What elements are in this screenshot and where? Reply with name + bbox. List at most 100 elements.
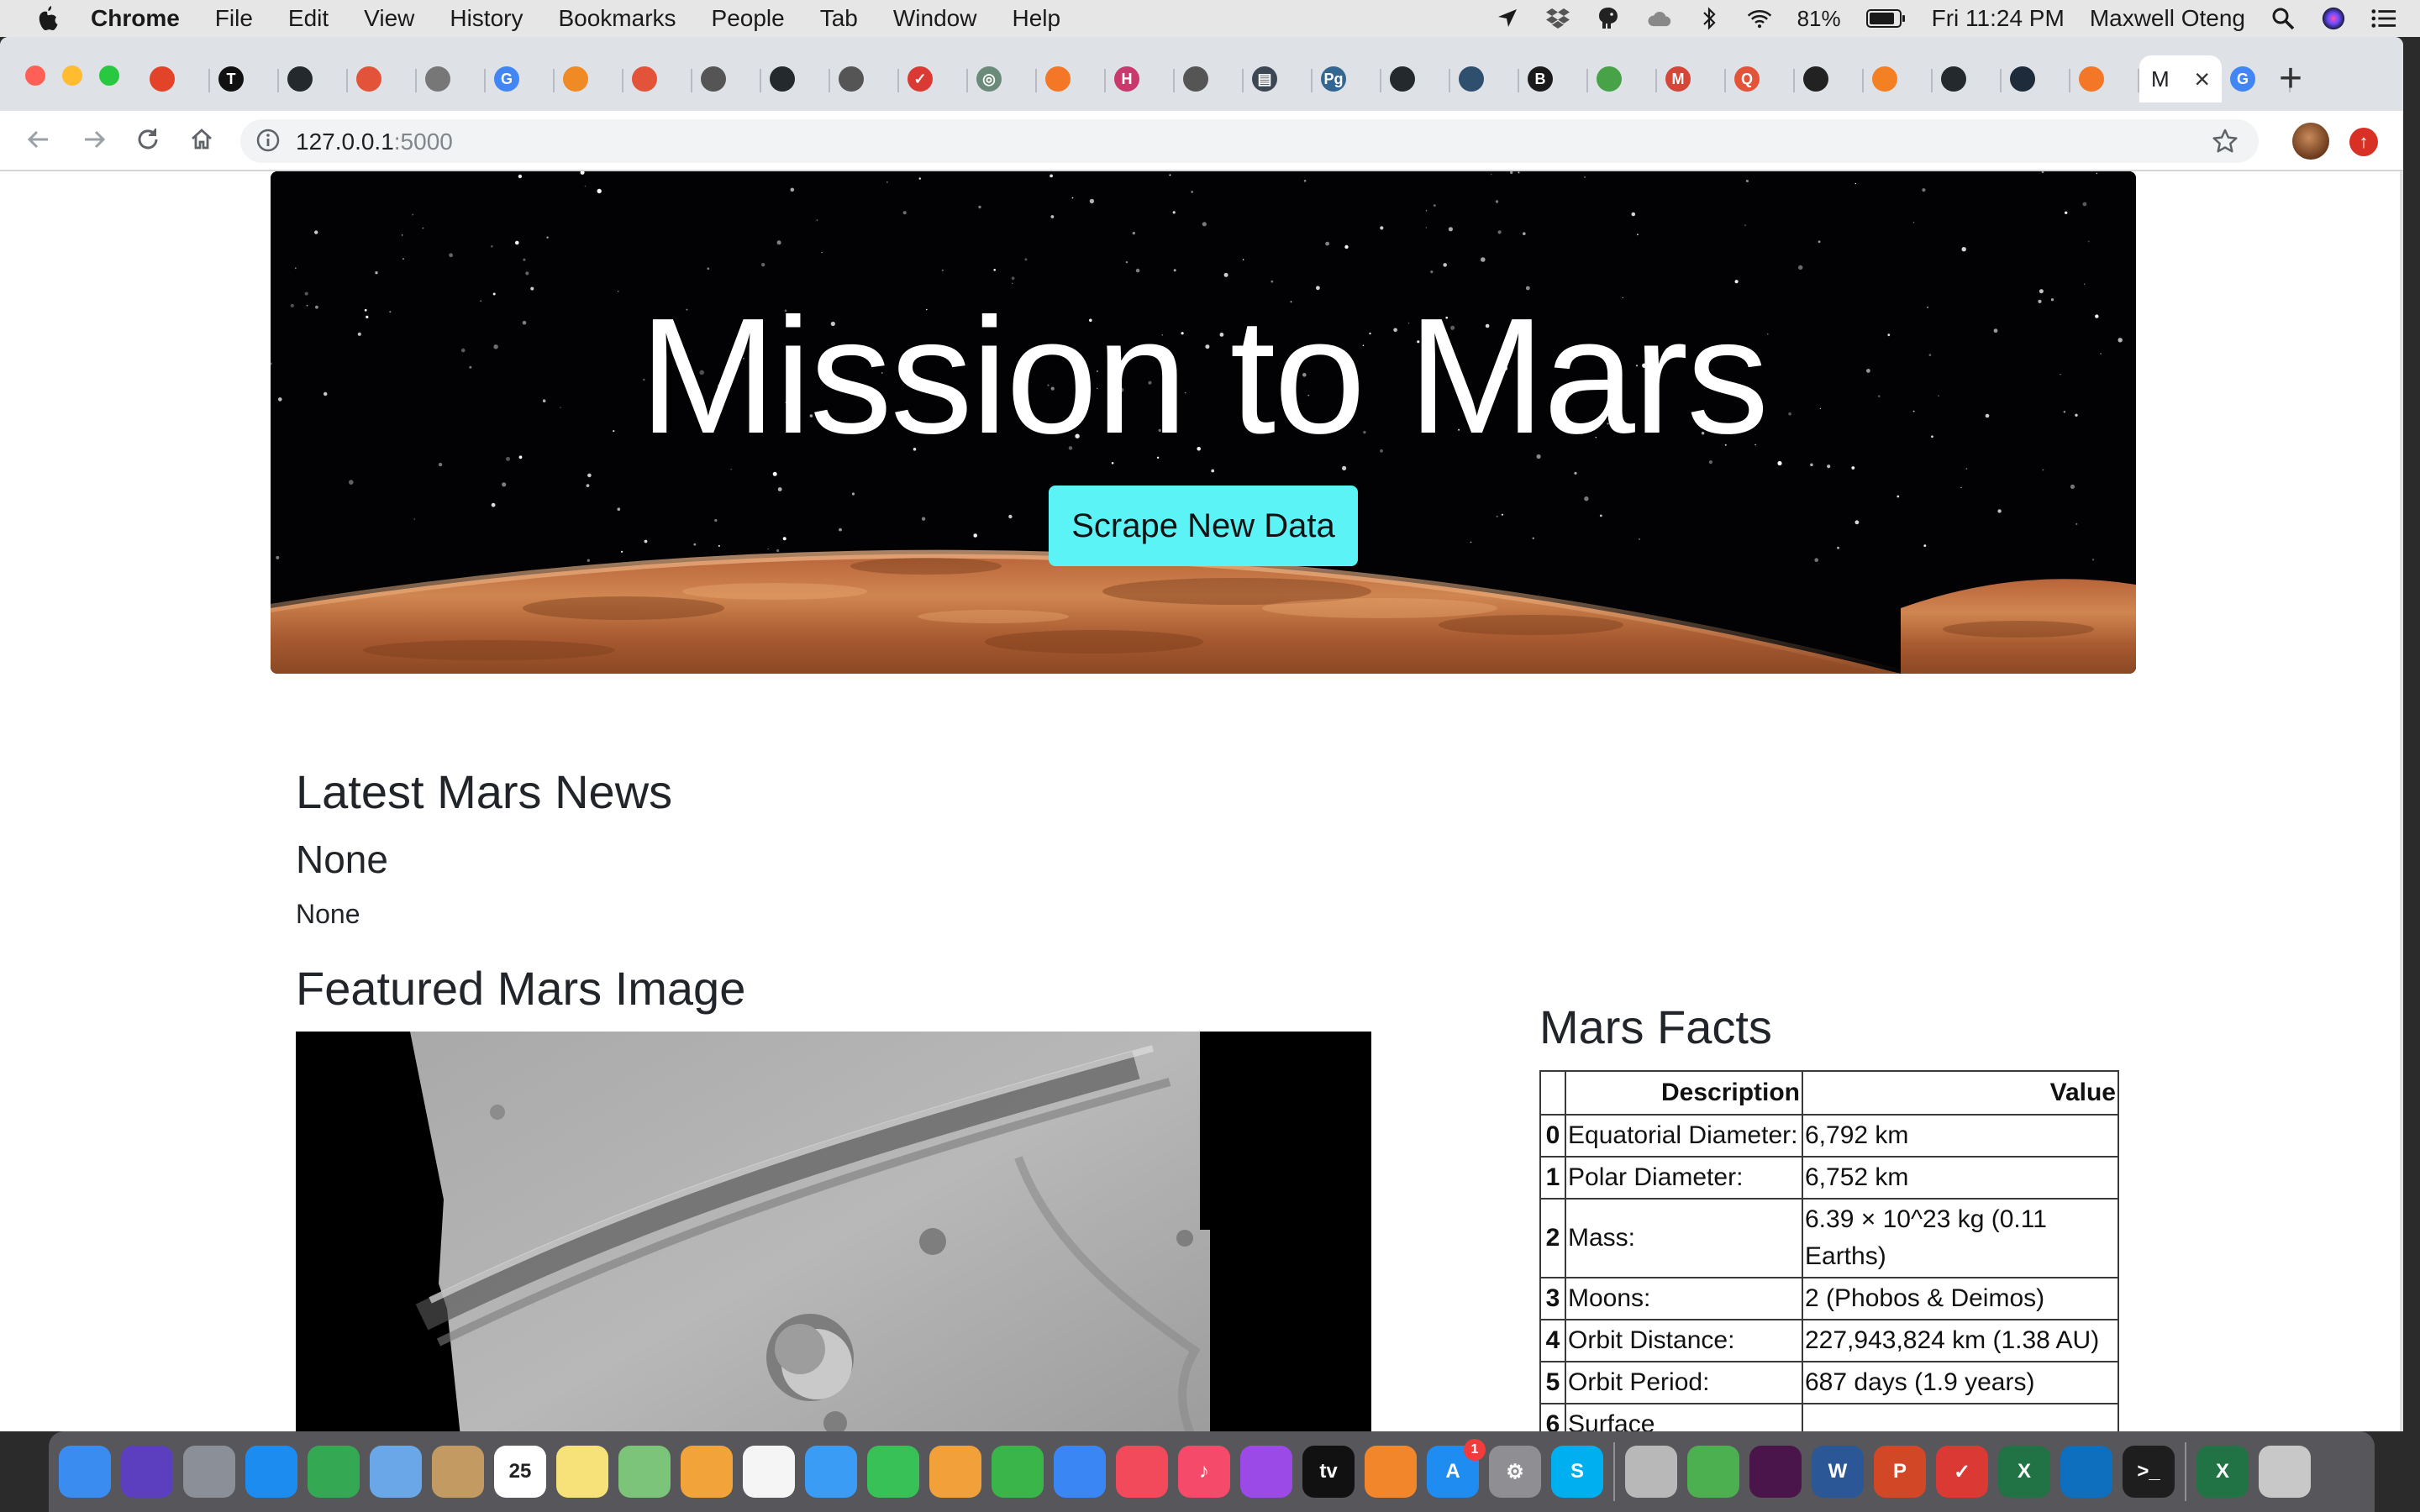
home-button[interactable] (185, 123, 218, 156)
tv-icon[interactable]: tv (1302, 1446, 1355, 1498)
keychain-icon[interactable] (1625, 1446, 1677, 1498)
siri-icon[interactable] (121, 1446, 173, 1498)
podcasts-icon[interactable] (1240, 1446, 1292, 1498)
menu-file[interactable]: File (215, 5, 253, 32)
menu-edit[interactable]: Edit (288, 5, 329, 32)
vscode-icon[interactable] (2060, 1446, 2112, 1498)
menu-view[interactable]: View (364, 5, 414, 32)
extension-icon[interactable]: ↑ (2349, 128, 2378, 156)
menu-bookmarks[interactable]: Bookmarks (558, 5, 676, 32)
menu-window[interactable]: Window (893, 5, 977, 32)
appstore-icon[interactable]: A1 (1427, 1439, 1486, 1498)
zoom-window-button[interactable] (99, 66, 119, 86)
excel-document-icon[interactable]: X (2196, 1446, 2249, 1498)
menu-tab[interactable]: Tab (820, 5, 858, 32)
back-button[interactable] (22, 123, 55, 156)
bookmark-star-icon[interactable] (2212, 128, 2238, 155)
menu-help[interactable]: Help (1012, 5, 1060, 32)
clock[interactable]: Fri 11:24 PM (1932, 5, 2065, 32)
browser-tab[interactable]: G (486, 55, 555, 102)
postgres-elephant-icon[interactable] (1596, 6, 1621, 31)
browser-tab[interactable] (348, 55, 417, 102)
spotlight-search-icon[interactable] (2270, 6, 2296, 31)
battery-icon[interactable] (1865, 6, 1907, 31)
address-bar[interactable]: 127.0.0.1:5000 (240, 119, 2259, 163)
apple-menu-icon[interactable] (30, 2, 64, 35)
excel-icon[interactable]: X (1998, 1446, 2050, 1498)
facetime-icon[interactable] (867, 1446, 919, 1498)
contacts-icon[interactable] (432, 1446, 484, 1498)
browser-tab[interactable] (1588, 55, 1657, 102)
cloud-icon[interactable] (1646, 6, 1671, 31)
profile-avatar[interactable] (2292, 123, 2329, 160)
browser-tab-active[interactable]: M × (2139, 55, 2222, 102)
url-text[interactable]: 127.0.0.1:5000 (296, 129, 453, 155)
browser-tab[interactable] (830, 55, 899, 102)
browser-tab[interactable]: ✓ (899, 55, 968, 102)
terminal-icon[interactable]: >_ (2123, 1446, 2175, 1498)
books-icon[interactable] (1365, 1446, 1417, 1498)
browser-tab[interactable] (279, 55, 348, 102)
browser-tab[interactable] (141, 55, 210, 102)
numbers-icon[interactable] (992, 1446, 1044, 1498)
scrape-new-data-button[interactable]: Scrape New Data (1049, 486, 1358, 566)
chrome-icon[interactable] (308, 1446, 360, 1498)
browser-tab[interactable]: Q (1726, 55, 1795, 102)
notification-center-icon[interactable] (2371, 6, 2396, 31)
word-icon[interactable]: W (1812, 1446, 1864, 1498)
browser-tab[interactable] (1864, 55, 1933, 102)
safari-icon[interactable] (245, 1446, 297, 1498)
slack-icon[interactable] (1749, 1446, 1802, 1498)
dropbox-icon[interactable] (1545, 6, 1570, 31)
pages-icon[interactable] (929, 1446, 981, 1498)
siri-icon[interactable] (2321, 6, 2346, 31)
location-arrow-icon[interactable] (1495, 6, 1520, 31)
browser-tab[interactable] (2070, 55, 2139, 102)
browser-tab[interactable] (761, 55, 830, 102)
browser-tab[interactable]: ▤ (1244, 55, 1313, 102)
browser-tab[interactable] (417, 55, 486, 102)
minimize-window-button[interactable] (62, 66, 82, 86)
browser-tab[interactable] (1037, 55, 1106, 102)
browser-tab[interactable]: B (1519, 55, 1588, 102)
wifi-icon[interactable] (1747, 6, 1772, 31)
launchpad-icon[interactable] (183, 1446, 235, 1498)
app-name-menu[interactable]: Chrome (91, 5, 180, 32)
keynote-icon[interactable] (1054, 1446, 1106, 1498)
browser-tab[interactable] (1795, 55, 1864, 102)
reload-button[interactable] (131, 123, 165, 156)
browser-tab[interactable]: H (1106, 55, 1175, 102)
powerpoint-icon[interactable]: P (1874, 1446, 1926, 1498)
notes-icon[interactable] (556, 1446, 608, 1498)
browser-tab[interactable] (623, 55, 692, 102)
browser-tab[interactable] (1381, 55, 1450, 102)
trash-icon[interactable] (2259, 1446, 2311, 1498)
browser-tab[interactable]: Pg (1313, 55, 1381, 102)
close-tab-icon[interactable]: × (2194, 64, 2210, 95)
browser-tab[interactable] (2002, 55, 2070, 102)
close-window-button[interactable] (25, 66, 45, 86)
photos-icon[interactable] (681, 1446, 733, 1498)
mail-icon[interactable] (370, 1446, 422, 1498)
system-preferences-icon[interactable]: ⚙ (1489, 1446, 1541, 1498)
calendar-icon[interactable]: 25 (494, 1446, 546, 1498)
reminders-icon[interactable] (743, 1446, 795, 1498)
browser-tab[interactable] (555, 55, 623, 102)
browser-tab[interactable] (1450, 55, 1519, 102)
sync-icon[interactable] (1687, 1446, 1739, 1498)
user-name[interactable]: Maxwell Oteng (2090, 5, 2245, 32)
skype-icon[interactable]: S (1551, 1446, 1603, 1498)
browser-tab[interactable] (1933, 55, 2002, 102)
menu-history[interactable]: History (450, 5, 523, 32)
browser-tab[interactable]: ◎ (968, 55, 1037, 102)
site-info-icon[interactable] (255, 128, 281, 153)
browser-tab[interactable] (1175, 55, 1244, 102)
music-icon[interactable]: ♪ (1178, 1446, 1230, 1498)
maps-icon[interactable] (618, 1446, 671, 1498)
browser-tab[interactable]: M (1657, 55, 1726, 102)
finder-icon[interactable] (59, 1446, 111, 1498)
todo-icon[interactable]: ✓ (1936, 1446, 1988, 1498)
browser-tab[interactable] (692, 55, 761, 102)
messages-icon[interactable] (805, 1446, 857, 1498)
scrollbar-track[interactable] (2400, 171, 2403, 1431)
